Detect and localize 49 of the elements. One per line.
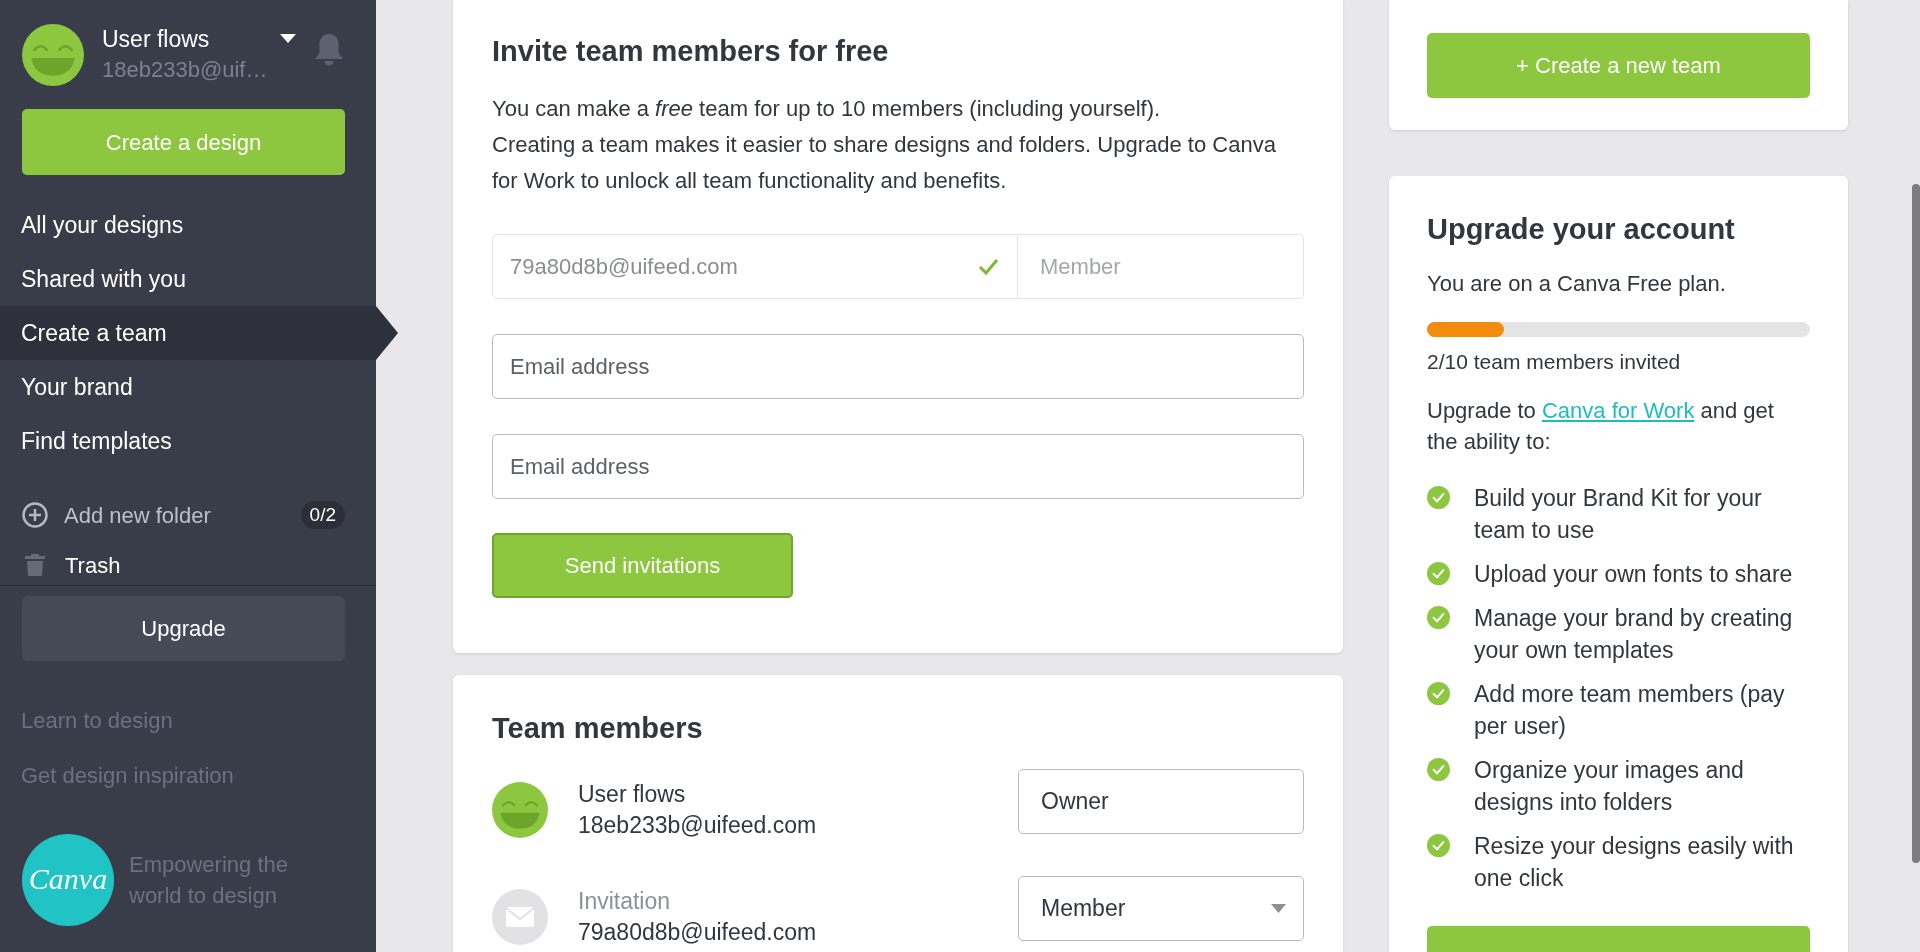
progress-label: 2/10 team members invited [1427,349,1682,375]
role-field[interactable]: Member [1018,876,1304,941]
scrollbar-thumb[interactable] [1912,184,1920,863]
feature-text: Manage your brand by creating your own templates [1474,604,1794,665]
smiley-icon [22,24,84,86]
trash-link[interactable]: Trash [65,548,121,582]
feature-text: Organize your images and designs into folders [1474,756,1745,817]
member-email: 18eb233b@uifeed.com [578,811,817,840]
user-email: 18eb233b@uif… [102,56,269,84]
feature-text: Build your Brand Kit for your team to use [1474,484,1763,545]
user-name: User flows [102,25,211,54]
member-name: Invitation [578,887,672,916]
check-circle-icon [1427,682,1450,705]
check-circle-icon [1427,606,1450,629]
check-circle-icon [1427,758,1450,781]
member-email: 79a80d8b@uifeed.com [578,918,817,947]
check-circle-icon [1427,486,1450,509]
feature-text: Resize your designs easily with one click [1474,832,1795,893]
upgrade-pitch: Upgrade to Canva for Work and get the ability to: [1427,397,1775,456]
bell-icon[interactable] [313,33,345,67]
card-title: Invite team members for free [492,34,890,69]
check-circle-icon [1427,562,1450,585]
add-folder-button[interactable]: Add new folder [64,498,211,532]
smiley-icon [492,782,548,838]
trash-icon [24,553,46,577]
plan-text: You are on a Canva Free plan. [1427,270,1727,298]
card-title: Team members [492,711,704,746]
email-input[interactable]: Email address [492,434,1304,499]
nav-item[interactable]: All your designs [0,198,376,252]
feature-text: Add more team members (pay per user) [1474,680,1786,741]
nav-item[interactable]: Your brand [0,360,376,414]
nav-item[interactable]: Create a team [0,306,398,360]
caret-icon[interactable] [280,34,296,43]
description-text: You can make a free team for up to 10 members (including yourself). [492,95,1162,123]
plus-circle-icon [22,502,48,528]
card-title: Upgrade your account [1427,212,1736,247]
upgrade-button[interactable]: Upgrade [22,596,345,661]
nav-item[interactable]: Shared with you [0,252,376,306]
action-button[interactable] [1427,926,1810,952]
role-field[interactable]: Owner [1018,769,1304,834]
folder-count: 0/2 [300,501,345,529]
nav-item[interactable]: Find templates [0,414,376,468]
check-circle-icon [1427,834,1450,857]
email-input[interactable]: Email address [492,334,1304,399]
logo: Canva [22,834,114,926]
envelope-icon [492,889,548,945]
member-name: User flows [578,780,687,809]
feature-text: Upload your own fonts to share [1474,560,1794,589]
description-text: Creating a team makes it easier to share designs and folders. Upgrade to Canva for Work to unlock all team functionality and benefits. [492,131,1277,195]
